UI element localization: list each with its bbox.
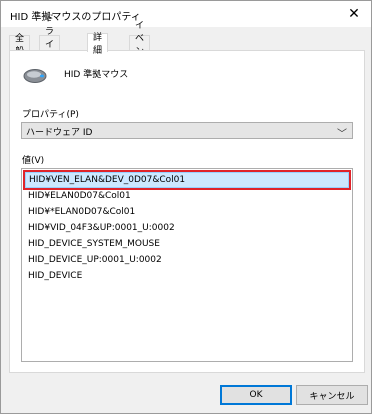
title-bar: HID 準拠マウスのプロパティ ✕ [1,1,371,27]
list-item[interactable]: HID_DEVICE_SYSTEM_MOUSE [25,236,349,252]
list-item[interactable]: HID¥VID_04F3&UP:0001_U:0002 [25,220,349,236]
list-item[interactable]: HID¥ELAN0D07&Col01 [25,188,349,204]
cancel-button[interactable]: キャンセル [296,385,368,405]
list-item[interactable]: HID¥*ELAN0D07&Col01 [25,204,349,220]
property-label: プロパティ(P) [22,110,79,120]
window-title: HID 準拠マウスのプロパティ [10,12,141,23]
tab-driver[interactable]: ドライバー [39,14,61,76]
chevron-down-icon: ﹀ [337,129,347,140]
properties-dialog: HID 準拠マウスのプロパティ ✕ 全般 ドライバー 詳細 イベント HID 準… [0,0,372,414]
list-item[interactable]: HID_DEVICE [25,268,349,284]
tab-events[interactable]: イベント [129,21,151,70]
tab-general[interactable]: 全般 [9,34,31,57]
close-icon[interactable]: ✕ [339,1,369,27]
mouse-icon [23,69,47,83]
ok-button[interactable]: OK [220,385,292,405]
list-item[interactable]: HID_DEVICE_UP:0001_U:0002 [25,252,349,268]
value-listbox[interactable]: HID¥VEN_ELAN&DEV_0D07&Col01 HID¥ELAN0D07… [21,168,353,362]
list-item[interactable]: HID¥VEN_ELAN&DEV_0D07&Col01 [25,172,349,188]
device-name: HID 準拠マウス [64,70,129,80]
value-label: 値(V) [22,156,45,166]
property-select[interactable]: ハードウェア ID ﹀ [21,122,353,140]
property-select-value: ハードウェア ID [26,128,93,138]
tab-details[interactable]: 詳細 [87,33,109,56]
details-panel: HID 準拠マウス プロパティ(P) ハードウェア ID ﹀ 値(V) HID¥… [9,50,365,373]
